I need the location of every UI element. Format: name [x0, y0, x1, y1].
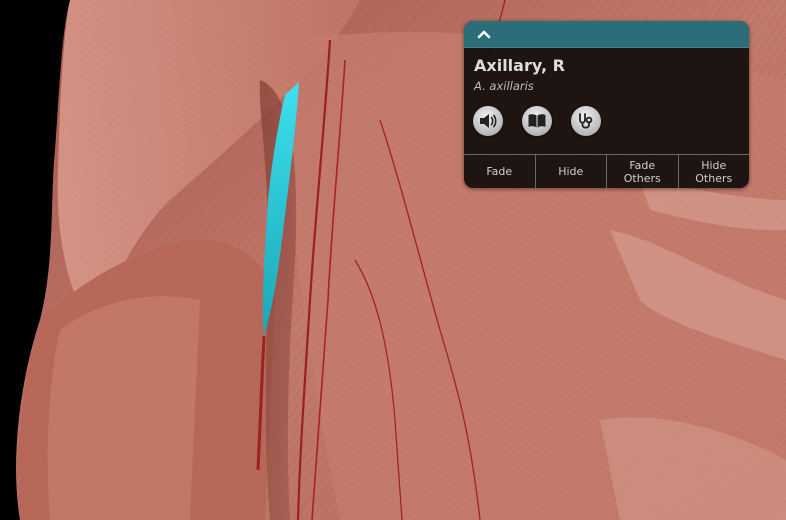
- fade-others-button[interactable]: Fade Others: [607, 155, 679, 188]
- fade-button-label: Fade: [486, 165, 513, 178]
- fade-button[interactable]: Fade: [464, 155, 536, 188]
- structure-info-panel: Axillary, R A. axillaris Fade Hide Fade …: [464, 21, 749, 188]
- hide-button-label: Hide: [558, 165, 584, 178]
- fade-others-label-line2: Others: [623, 171, 661, 185]
- fade-others-label-line1: Fade: [629, 158, 656, 172]
- book-icon: [527, 113, 547, 129]
- collapse-button[interactable]: [474, 24, 494, 44]
- action-bar: Fade Hide Fade Others Hide Others: [464, 154, 749, 188]
- structure-latin-name: A. axillaris: [474, 79, 534, 93]
- structure-name: Axillary, R: [474, 56, 565, 75]
- speaker-icon: [478, 112, 498, 130]
- chevron-up-icon: [474, 29, 494, 48]
- hide-others-label-line2: Others: [695, 171, 733, 185]
- definition-button[interactable]: [522, 106, 552, 136]
- clinical-button[interactable]: [571, 106, 601, 136]
- panel-icon-row: [473, 106, 739, 136]
- hide-others-button[interactable]: Hide Others: [679, 155, 750, 188]
- hide-button[interactable]: Hide: [536, 155, 607, 188]
- stethoscope-icon: [576, 111, 596, 131]
- hide-others-label-line1: Hide: [701, 158, 727, 172]
- pronunciation-button[interactable]: [473, 106, 503, 136]
- panel-header: [464, 21, 749, 48]
- panel-body: Axillary, R A. axillaris: [464, 48, 749, 152]
